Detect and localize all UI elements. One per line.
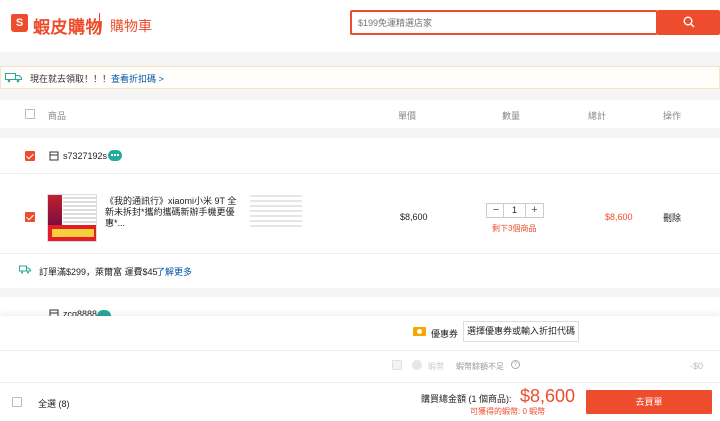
coin-discount-amount: -$0 [690,361,704,371]
truck-icon [5,73,22,83]
checkout-button[interactable]: 去買單 [586,390,712,414]
search-icon [683,16,695,28]
col-unit-price: 單價 [398,111,417,121]
shop-icon [49,151,59,161]
shipping-learn-more-link[interactable]: 了解更多 [156,265,192,278]
header-select-checkbox[interactable] [25,109,35,119]
page-title: 購物車 [110,18,152,34]
search-input[interactable] [355,12,655,33]
cart-table-header [0,100,720,128]
shop-select-checkbox[interactable] [25,151,35,161]
use-coins-checkbox[interactable] [392,360,402,370]
voucher-icon [413,327,426,336]
select-voucher-button[interactable]: 選擇優惠券或輸入折扣代碼 [463,321,579,342]
search-button[interactable] [658,10,720,35]
col-product: 商品 [48,111,67,121]
truck-icon [19,265,31,274]
quantity-decrease-button[interactable]: − [489,203,503,218]
shop-name[interactable]: s7327192s [63,151,107,161]
col-quantity: 數量 [502,111,521,121]
footer-divider [0,382,720,383]
voucher-label: 優惠券 [431,329,459,339]
col-total: 總計 [588,111,607,121]
coins-earned-note: 可獲得的蝦幣: 0 蝦幣 [470,407,546,416]
quantity-input[interactable]: 1 [504,203,525,218]
shop-divider [0,173,720,174]
item-total-price: $8,600 [605,212,633,222]
order-total-label: 購買總金額 (1 個商品): [421,394,512,404]
coin-icon [412,360,422,370]
item-select-checkbox[interactable] [25,212,35,222]
logo-text[interactable]: 蝦皮購物 [33,13,103,38]
coin-balance-note: 蝦幣餘額不足 [456,362,504,371]
chat-icon[interactable] [108,150,122,161]
select-all-label[interactable]: 全選 (8) [38,397,70,410]
logo-divider [99,13,100,35]
coin-label: 蝦幣 [428,362,444,371]
shipping-info-text: 訂單滿$299，萊爾富 運費$45 [39,267,158,277]
view-discount-codes-link[interactable]: 查看折扣碼 > [111,72,164,85]
product-name-link[interactable]: 《我的通訊行》xiaomi小米 9T 全新未拆封*攜約攜碼新辦手機更優惠*... [105,196,243,229]
quantity-increase-button[interactable]: + [526,203,543,218]
product-thumbnail[interactable] [47,194,97,242]
unit-price: $8,600 [400,212,428,222]
stock-remaining-note: 剩下3個商品 [492,224,537,233]
order-total-amount: $8,600 [520,386,576,406]
shipping-divider [0,253,720,254]
product-variant-selector[interactable] [250,195,302,227]
footer-divider [0,350,720,351]
shopee-logo-icon[interactable]: S [11,14,28,32]
help-icon[interactable]: ? [511,360,520,369]
col-actions: 操作 [663,111,682,121]
select-all-checkbox[interactable] [12,397,22,407]
banner-text: 現在就去領取！！！ [30,74,112,84]
delete-item-button[interactable]: 刪除 [663,211,681,224]
